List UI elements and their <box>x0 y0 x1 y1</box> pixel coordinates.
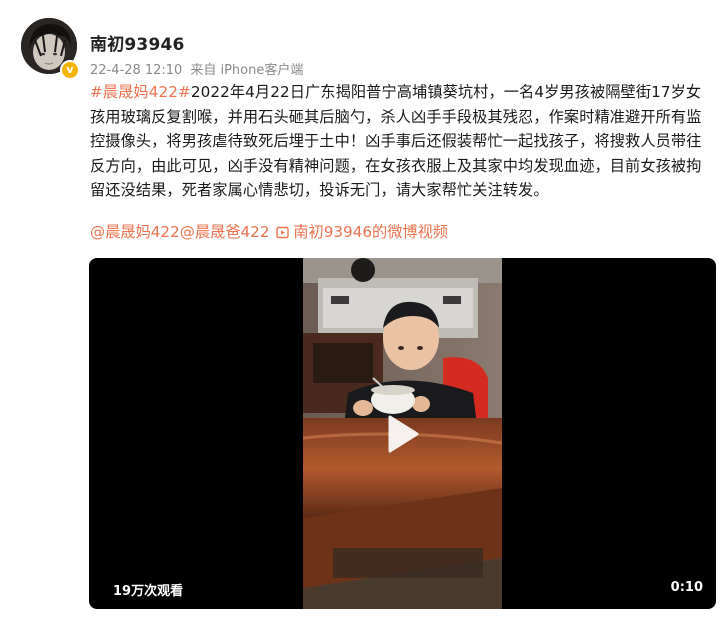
username[interactable]: 南初93946 <box>90 30 185 55</box>
post-meta: 22-4-28 12:10 来自 iPhone客户端 <box>90 59 311 78</box>
verified-badge-icon: v <box>60 60 80 80</box>
video-duration: 0:10 <box>670 580 703 595</box>
mentions-line: @晨晟妈422@晨晟爸422 南初93946的微博视频 <box>90 220 448 246</box>
weibo-post: v 南初93946 22-4-28 12:10 来自 iPhone客户端 #晨晟妈… <box>0 0 720 622</box>
post-text: #晨晟妈422#2022年4月22日广东揭阳普宁高埔镇葵坑村，一名4岁男孩被隔壁… <box>90 80 712 203</box>
hashtag-link[interactable]: #晨晟妈422# <box>90 83 191 101</box>
post-date[interactable]: 22-4-28 12:10 <box>90 63 182 78</box>
post-source: 来自 iPhone客户端 <box>190 63 304 78</box>
video-link[interactable]: 南初93946的微博视频 <box>293 223 448 241</box>
mention-link-2[interactable]: @晨晟爸422 <box>180 223 270 241</box>
view-count: 19万次观看 <box>113 584 184 599</box>
video-link-icon <box>276 222 291 246</box>
play-icon[interactable] <box>386 414 420 454</box>
video-player[interactable]: 19万次观看 0:10 <box>89 258 716 609</box>
mention-link-1[interactable]: @晨晟妈422 <box>90 223 180 241</box>
